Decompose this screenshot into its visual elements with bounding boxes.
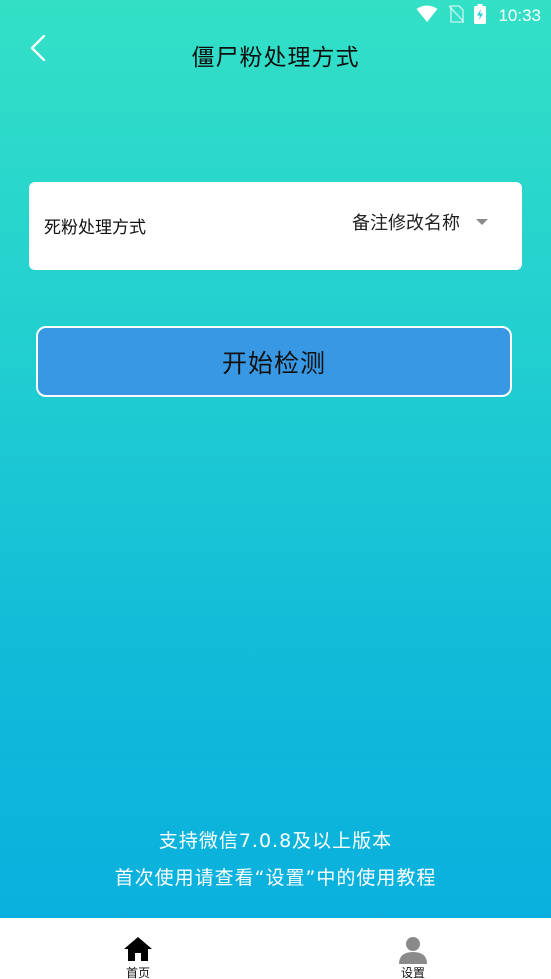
user-icon <box>353 936 473 964</box>
setting-card: 死粉处理方式 备注修改名称 <box>29 182 522 270</box>
tutorial-note: 首次使用请查看“设置”中的使用教程 <box>114 867 437 889</box>
status-icons: 10:33 <box>416 4 541 28</box>
start-detection-button[interactable]: 开始检测 <box>36 326 512 397</box>
nav-item-settings[interactable]: 设置 <box>353 918 473 979</box>
dropdown-selected-value: 备注修改名称 <box>352 213 460 234</box>
no-sim-icon <box>448 5 466 27</box>
setting-label: 死粉处理方式 <box>44 218 146 238</box>
screen: 10:33 僵尸粉处理方式 死粉处理方式 备注修改名称 开始检测 支持微信7.0… <box>0 0 551 979</box>
home-icon <box>78 936 198 962</box>
version-note: 支持微信7.0.8及以上版本 <box>158 830 393 852</box>
handling-method-dropdown[interactable]: 备注修改名称 <box>352 209 488 235</box>
status-bar: 10:33 <box>0 0 551 32</box>
nav-item-home[interactable]: 首页 <box>78 918 198 979</box>
page-title: 僵尸粉处理方式 <box>191 45 360 71</box>
bottom-nav: 首页 设置 <box>0 918 551 979</box>
wifi-icon <box>416 5 438 27</box>
dropdown-arrow-icon <box>476 219 488 225</box>
nav-label-settings: 设置 <box>400 966 425 979</box>
battery-charging-icon <box>474 4 487 28</box>
nav-label-home: 首页 <box>125 966 150 979</box>
status-time: 10:33 <box>498 6 541 25</box>
